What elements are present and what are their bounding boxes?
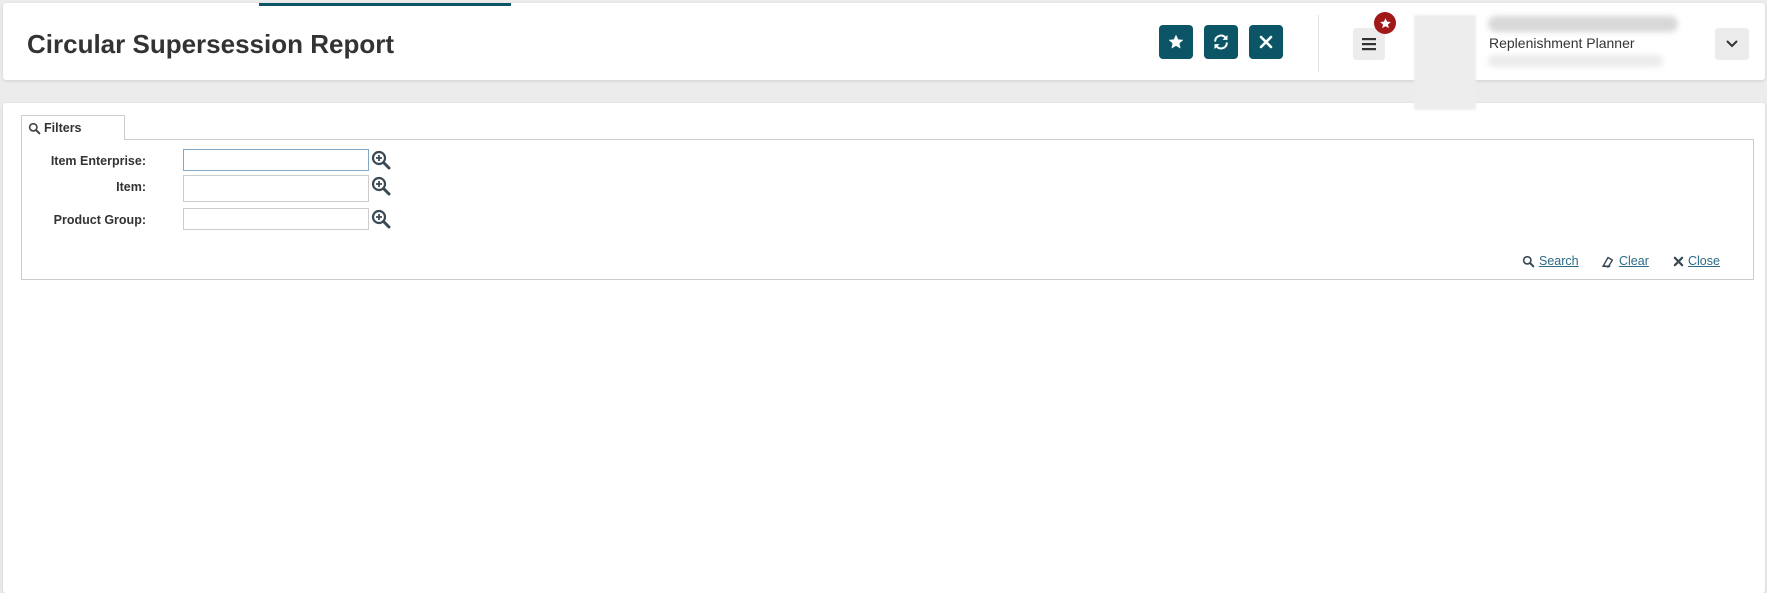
user-role: Replenishment Planner bbox=[1489, 35, 1635, 51]
x-icon bbox=[1259, 35, 1273, 49]
filters-panel: Item Enterprise: Item: Product Group: bbox=[21, 139, 1754, 280]
clear-button[interactable]: Clear bbox=[1601, 254, 1649, 268]
hamburger-menu-icon bbox=[1362, 38, 1376, 51]
item-input[interactable] bbox=[183, 175, 369, 202]
refresh-button[interactable] bbox=[1204, 25, 1238, 59]
tab-filters[interactable]: Filters bbox=[21, 115, 125, 140]
search-button[interactable]: Search bbox=[1522, 254, 1579, 268]
refresh-icon bbox=[1214, 34, 1228, 50]
chevron-down-icon bbox=[1726, 40, 1738, 48]
tab-filters-label: Filters bbox=[44, 121, 82, 135]
user-org-redacted bbox=[1488, 55, 1663, 67]
item-enterprise-input[interactable] bbox=[183, 149, 369, 171]
page-title: Circular Supersession Report bbox=[27, 29, 394, 59]
lookup-zoom-icon[interactable] bbox=[371, 150, 391, 170]
close-filters-button[interactable]: Close bbox=[1673, 254, 1720, 268]
search-icon bbox=[28, 122, 41, 134]
item-label: Item: bbox=[116, 180, 146, 194]
star-icon bbox=[1168, 34, 1184, 49]
star-badge-icon bbox=[1379, 17, 1391, 28]
product-group-label: Product Group: bbox=[53, 213, 146, 227]
lookup-zoom-icon[interactable] bbox=[371, 176, 391, 196]
active-tab-indicator bbox=[259, 3, 511, 6]
lookup-zoom-icon[interactable] bbox=[371, 209, 391, 229]
search-icon bbox=[1522, 255, 1535, 267]
close-icon bbox=[1673, 256, 1684, 266]
item-enterprise-label: Item Enterprise: bbox=[50, 154, 146, 168]
notification-badge[interactable] bbox=[1374, 12, 1396, 34]
product-group-input[interactable] bbox=[183, 208, 369, 230]
avatar[interactable] bbox=[1414, 15, 1476, 110]
header-divider bbox=[1318, 15, 1319, 72]
favorite-button[interactable] bbox=[1159, 25, 1193, 59]
close-page-button[interactable] bbox=[1249, 25, 1283, 59]
search-button-label: Search bbox=[1539, 254, 1579, 268]
eraser-icon bbox=[1602, 256, 1614, 268]
page-header: Circular Supersession Report Replenishme… bbox=[3, 3, 1765, 110]
clear-button-label: Clear bbox=[1619, 254, 1649, 268]
user-menu-dropdown[interactable] bbox=[1715, 28, 1749, 60]
user-name-redacted bbox=[1488, 16, 1678, 32]
close-filters-button-label: Close bbox=[1688, 254, 1720, 268]
